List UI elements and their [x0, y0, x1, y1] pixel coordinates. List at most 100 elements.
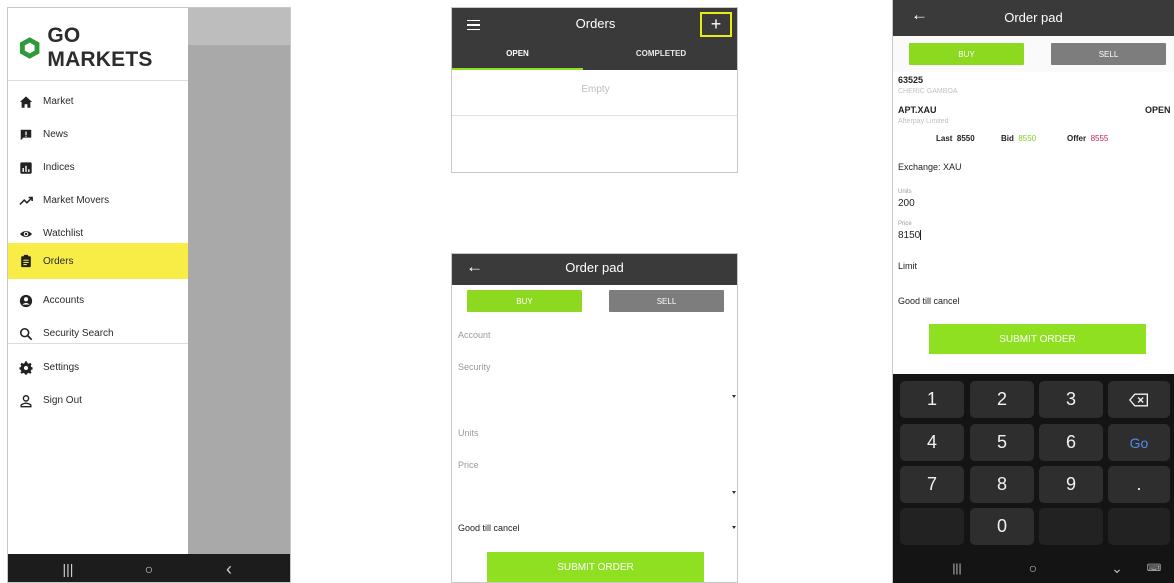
recents-button[interactable]: |||	[937, 556, 977, 580]
key-0[interactable]: 0	[970, 508, 1034, 545]
security-dropdown-arrow-icon[interactable]	[732, 395, 736, 398]
home-button[interactable]: ○	[1013, 556, 1053, 580]
key-blank	[1108, 508, 1170, 545]
clipboard-icon	[19, 254, 33, 268]
home-button[interactable]: ○	[129, 554, 169, 582]
key-9[interactable]: 9	[1039, 466, 1103, 503]
key-blank	[900, 508, 964, 545]
person-icon	[19, 394, 33, 408]
sidebar-item-indices[interactable]: Indices	[8, 151, 188, 184]
recents-button[interactable]: |||	[48, 554, 88, 582]
key-8[interactable]: 8	[970, 466, 1034, 503]
security-status: OPEN	[1145, 105, 1171, 115]
key-4[interactable]: 4	[900, 424, 964, 461]
key-blank	[1039, 508, 1103, 545]
units-label: Units	[898, 189, 912, 195]
account-name: CHERIC GAMBOA	[898, 88, 958, 95]
key-6[interactable]: 6	[1039, 424, 1103, 461]
offer-price: Offer 8555	[1067, 134, 1108, 143]
sidebar-item-label: News	[43, 129, 69, 140]
sidebar-item-accounts[interactable]: Accounts	[8, 284, 188, 317]
security-code[interactable]: APT.XAU	[898, 105, 937, 115]
duration-select[interactable]: Good till cancel	[458, 523, 520, 533]
tab-completed[interactable]: COMPLETED	[583, 44, 737, 70]
security-field[interactable]: Security	[458, 362, 491, 372]
account-number[interactable]: 63525	[898, 75, 923, 85]
submit-order-button[interactable]: SUBMIT ORDER	[487, 552, 704, 582]
sidebar-item-label: Watchlist	[43, 228, 84, 239]
tab-open[interactable]: OPEN	[452, 44, 583, 70]
page-title: Order pad	[565, 260, 624, 275]
backspace-key[interactable]	[1108, 381, 1170, 418]
android-nav-bar: ||| ○ ‹	[8, 554, 290, 582]
key-5[interactable]: 5	[970, 424, 1034, 461]
logo-text: GO MARKETS	[47, 24, 153, 71]
active-tab-indicator	[452, 68, 583, 70]
duration-select[interactable]: Good till cancel	[898, 296, 960, 306]
sidebar-item-label: Market Movers	[43, 195, 110, 206]
submit-order-button[interactable]: SUBMIT ORDER	[929, 324, 1146, 354]
sidebar-item-label: Market	[43, 96, 74, 107]
empty-state-text: Empty	[581, 84, 610, 95]
sidebar-item-label: Accounts	[43, 295, 85, 306]
sidebar-item-orders[interactable]: Orders	[8, 243, 188, 279]
gear-icon	[19, 360, 33, 375]
sidebar-item-sign-out[interactable]: Sign Out	[8, 384, 188, 417]
last-value: 8550	[956, 134, 975, 143]
buy-button[interactable]: BUY	[909, 43, 1024, 65]
bid-value: 8550	[1018, 134, 1037, 143]
scrim-header-band	[188, 8, 290, 45]
units-field[interactable]: Units	[458, 428, 479, 438]
sidebar-item-news[interactable]: News	[8, 118, 188, 151]
order-pad-filled-screen: ← Order pad BUY SELL 63525 CHERIC GAMBOA…	[892, 0, 1174, 583]
back-button[interactable]: ‹	[209, 554, 249, 582]
exchange-select[interactable]: Exchange: XAU	[898, 162, 962, 172]
key-7[interactable]: 7	[900, 466, 964, 503]
price-input[interactable]: 8150	[898, 230, 922, 241]
order-type-dropdown-arrow-icon[interactable]	[732, 491, 736, 494]
bid-price: Bid 8550	[1001, 134, 1036, 143]
units-input[interactable]: 200	[898, 198, 915, 209]
order-type-select[interactable]: Limit	[898, 261, 917, 271]
navigation-drawer: GO MARKETS Market News Indices Market Mo…	[8, 8, 188, 554]
sidebar-item-label: Security Search	[43, 328, 114, 339]
go-markets-logo: GO MARKETS	[18, 24, 188, 71]
last-price: Last 8550	[936, 134, 975, 143]
offer-value: 8555	[1090, 134, 1109, 143]
buy-button[interactable]: BUY	[467, 290, 582, 312]
key-2[interactable]: 2	[970, 381, 1034, 418]
keyboard-switch-icon[interactable]: ⌨	[1139, 556, 1169, 580]
sidebar-item-label: Sign Out	[43, 395, 82, 406]
account-field[interactable]: Account	[458, 330, 491, 340]
order-pad-header: ← Order pad	[893, 0, 1174, 36]
sidebar-item-label: Orders	[43, 255, 74, 267]
orders-screen: Orders + OPEN COMPLETED Empty	[451, 7, 738, 173]
add-order-button[interactable]: +	[700, 12, 732, 37]
price-field[interactable]: Price	[458, 460, 479, 470]
text-cursor	[920, 230, 922, 241]
news-icon	[19, 128, 33, 142]
sidebar-item-market-movers[interactable]: Market Movers	[8, 184, 188, 217]
backspace-icon	[1129, 393, 1148, 406]
trending-icon	[19, 194, 33, 208]
key-3[interactable]: 3	[1039, 381, 1103, 418]
eye-icon	[19, 227, 33, 241]
account-icon	[19, 294, 33, 308]
offer-label: Offer	[1067, 134, 1087, 143]
key-decimal[interactable]: .	[1108, 466, 1170, 503]
price-label: Price	[898, 221, 912, 227]
search-icon	[19, 327, 33, 341]
go-key[interactable]: Go	[1108, 424, 1170, 461]
hide-keyboard-button[interactable]: ⌄	[1097, 556, 1137, 580]
duration-dropdown-arrow-icon[interactable]	[732, 526, 736, 529]
sell-button[interactable]: SELL	[609, 290, 724, 312]
scrim-overlay[interactable]	[188, 8, 290, 554]
sidebar-item-label: Settings	[43, 362, 80, 373]
key-1[interactable]: 1	[900, 381, 964, 418]
sidebar-item-security-search[interactable]: Security Search	[8, 317, 188, 350]
sidebar-item-market[interactable]: Market	[8, 85, 188, 118]
sell-button[interactable]: SELL	[1051, 43, 1166, 65]
order-pad-header: ← Order pad	[452, 254, 737, 285]
page-title: Orders	[575, 16, 616, 31]
sidebar-item-settings[interactable]: Settings	[8, 351, 188, 384]
